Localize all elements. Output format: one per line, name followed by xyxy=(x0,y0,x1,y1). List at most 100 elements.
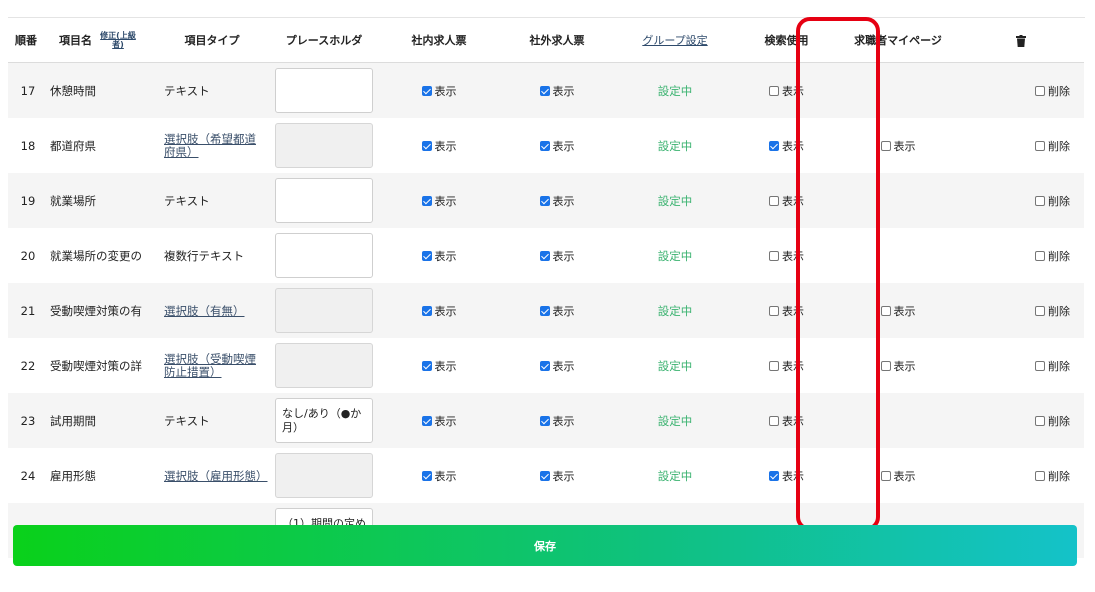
search-use-checkbox-box[interactable] xyxy=(769,195,779,206)
delete-checkbox[interactable]: 削除 xyxy=(1035,138,1070,154)
delete-checkbox[interactable]: 削除 xyxy=(1035,413,1070,429)
item-type-text: 複数行テキスト xyxy=(164,248,245,263)
delete-checkbox[interactable]: 削除 xyxy=(1035,303,1070,319)
placeholder-input[interactable] xyxy=(275,68,373,113)
item-type-link[interactable]: 選択肢（希望都道府県） xyxy=(164,132,264,159)
item-type-link[interactable]: 選択肢（雇用形態） xyxy=(164,469,268,483)
delete-checkbox-box[interactable] xyxy=(1035,305,1045,316)
external-show-checkbox[interactable]: 表示 xyxy=(539,248,575,264)
row-item-name: 受動喫煙対策の詳 xyxy=(44,338,156,393)
delete-checkbox[interactable]: 削除 xyxy=(1035,248,1070,264)
row-mypage-cell: 表示 xyxy=(839,118,957,173)
internal-show-checkbox-box[interactable] xyxy=(421,415,432,426)
external-show-checkbox-box[interactable] xyxy=(539,140,550,151)
mypage-show-checkbox[interactable]: 表示 xyxy=(880,468,916,484)
internal-show-checkbox-box[interactable] xyxy=(421,250,432,261)
delete-checkbox[interactable]: 削除 xyxy=(1035,468,1070,484)
mypage-show-checkbox-box[interactable] xyxy=(880,360,891,371)
placeholder-input[interactable] xyxy=(275,178,373,223)
mypage-show-checkbox-box[interactable] xyxy=(880,305,891,316)
group-setting-status[interactable]: 設定中 xyxy=(658,194,693,208)
group-setting-status[interactable]: 設定中 xyxy=(658,84,693,98)
external-show-checkbox-box[interactable] xyxy=(539,195,550,206)
search-use-checkbox-box[interactable] xyxy=(769,250,779,261)
search-use-checkbox-box[interactable] xyxy=(769,415,779,426)
external-show-checkbox-box[interactable] xyxy=(539,360,550,371)
search-use-checkbox[interactable]: 表示 xyxy=(769,138,804,154)
mypage-show-checkbox[interactable]: 表示 xyxy=(880,138,916,154)
search-use-checkbox-box[interactable] xyxy=(769,470,779,481)
delete-checkbox[interactable]: 削除 xyxy=(1035,83,1070,99)
external-show-checkbox-box[interactable] xyxy=(539,470,550,481)
external-show-checkbox-box[interactable] xyxy=(539,85,550,96)
delete-checkbox-box[interactable] xyxy=(1035,415,1045,426)
group-setting-status[interactable]: 設定中 xyxy=(658,414,693,428)
group-setting-status[interactable]: 設定中 xyxy=(658,249,693,263)
mypage-show-checkbox[interactable]: 表示 xyxy=(880,358,916,374)
external-show-checkbox-box[interactable] xyxy=(539,415,550,426)
advanced-edit-link[interactable]: 修正(上級者) xyxy=(95,31,141,49)
group-setting-status[interactable]: 設定中 xyxy=(658,139,693,153)
internal-show-checkbox[interactable]: 表示 xyxy=(421,193,457,209)
search-use-checkbox-box[interactable] xyxy=(769,85,779,96)
external-show-checkbox[interactable]: 表示 xyxy=(539,468,575,484)
external-show-checkbox[interactable]: 表示 xyxy=(539,138,575,154)
internal-show-checkbox-box[interactable] xyxy=(421,360,432,371)
search-use-checkbox[interactable]: 表示 xyxy=(769,303,804,319)
search-use-checkbox-box[interactable] xyxy=(769,140,779,151)
item-type-link[interactable]: 選択肢（受動喫煙防止措置） xyxy=(164,352,264,379)
placeholder-input[interactable] xyxy=(275,233,373,278)
delete-checkbox-box[interactable] xyxy=(1035,140,1045,151)
external-show-checkbox-label: 表示 xyxy=(552,139,575,153)
delete-checkbox[interactable]: 削除 xyxy=(1035,358,1070,374)
internal-show-checkbox[interactable]: 表示 xyxy=(421,468,457,484)
item-type-link[interactable]: 選択肢（有無） xyxy=(164,304,245,318)
group-setting-status[interactable]: 設定中 xyxy=(658,469,693,483)
search-use-checkbox[interactable]: 表示 xyxy=(769,468,804,484)
internal-show-checkbox[interactable]: 表示 xyxy=(421,138,457,154)
external-show-checkbox-box[interactable] xyxy=(539,250,550,261)
search-use-checkbox[interactable]: 表示 xyxy=(769,358,804,374)
search-use-checkbox[interactable]: 表示 xyxy=(769,83,804,99)
mypage-show-checkbox-box[interactable] xyxy=(880,140,891,151)
delete-checkbox-box[interactable] xyxy=(1035,250,1045,261)
internal-show-checkbox-box[interactable] xyxy=(421,305,432,316)
delete-checkbox-box[interactable] xyxy=(1035,85,1045,96)
external-show-checkbox[interactable]: 表示 xyxy=(539,358,575,374)
internal-show-checkbox[interactable]: 表示 xyxy=(421,303,457,319)
row-internal-cell: 表示 xyxy=(380,448,498,503)
search-use-checkbox[interactable]: 表示 xyxy=(769,413,804,429)
row-mypage-cell xyxy=(839,393,957,448)
mypage-show-checkbox[interactable]: 表示 xyxy=(880,303,916,319)
search-use-checkbox-box[interactable] xyxy=(769,305,779,316)
delete-checkbox-box[interactable] xyxy=(1035,470,1045,481)
internal-show-checkbox-box[interactable] xyxy=(421,140,432,151)
internal-show-checkbox[interactable]: 表示 xyxy=(421,83,457,99)
search-use-checkbox-box[interactable] xyxy=(769,360,779,371)
internal-show-checkbox-box[interactable] xyxy=(421,85,432,96)
placeholder-input[interactable]: なし/あり（●か月） xyxy=(275,398,373,443)
delete-checkbox-box[interactable] xyxy=(1035,195,1045,206)
external-show-checkbox[interactable]: 表示 xyxy=(539,193,575,209)
mypage-show-checkbox-box[interactable] xyxy=(880,470,891,481)
group-setting-status[interactable]: 設定中 xyxy=(658,359,693,373)
row-search-cell: 表示 xyxy=(734,62,839,118)
search-use-checkbox[interactable]: 表示 xyxy=(769,193,804,209)
internal-show-checkbox[interactable]: 表示 xyxy=(421,413,457,429)
external-show-checkbox-label: 表示 xyxy=(552,194,575,208)
group-setting-link[interactable]: グループ設定 xyxy=(642,34,707,47)
external-show-checkbox[interactable]: 表示 xyxy=(539,413,575,429)
internal-show-checkbox-box[interactable] xyxy=(421,470,432,481)
internal-show-checkbox-box[interactable] xyxy=(421,195,432,206)
internal-show-checkbox[interactable]: 表示 xyxy=(421,248,457,264)
internal-show-checkbox[interactable]: 表示 xyxy=(421,358,457,374)
external-show-checkbox-box[interactable] xyxy=(539,305,550,316)
external-show-checkbox[interactable]: 表示 xyxy=(539,303,575,319)
delete-checkbox-box[interactable] xyxy=(1035,360,1045,371)
delete-checkbox[interactable]: 削除 xyxy=(1035,193,1070,209)
row-mypage-cell xyxy=(839,62,957,118)
group-setting-status[interactable]: 設定中 xyxy=(658,304,693,318)
search-use-checkbox[interactable]: 表示 xyxy=(769,248,804,264)
save-button[interactable]: 保存 xyxy=(13,525,1077,566)
external-show-checkbox[interactable]: 表示 xyxy=(539,83,575,99)
